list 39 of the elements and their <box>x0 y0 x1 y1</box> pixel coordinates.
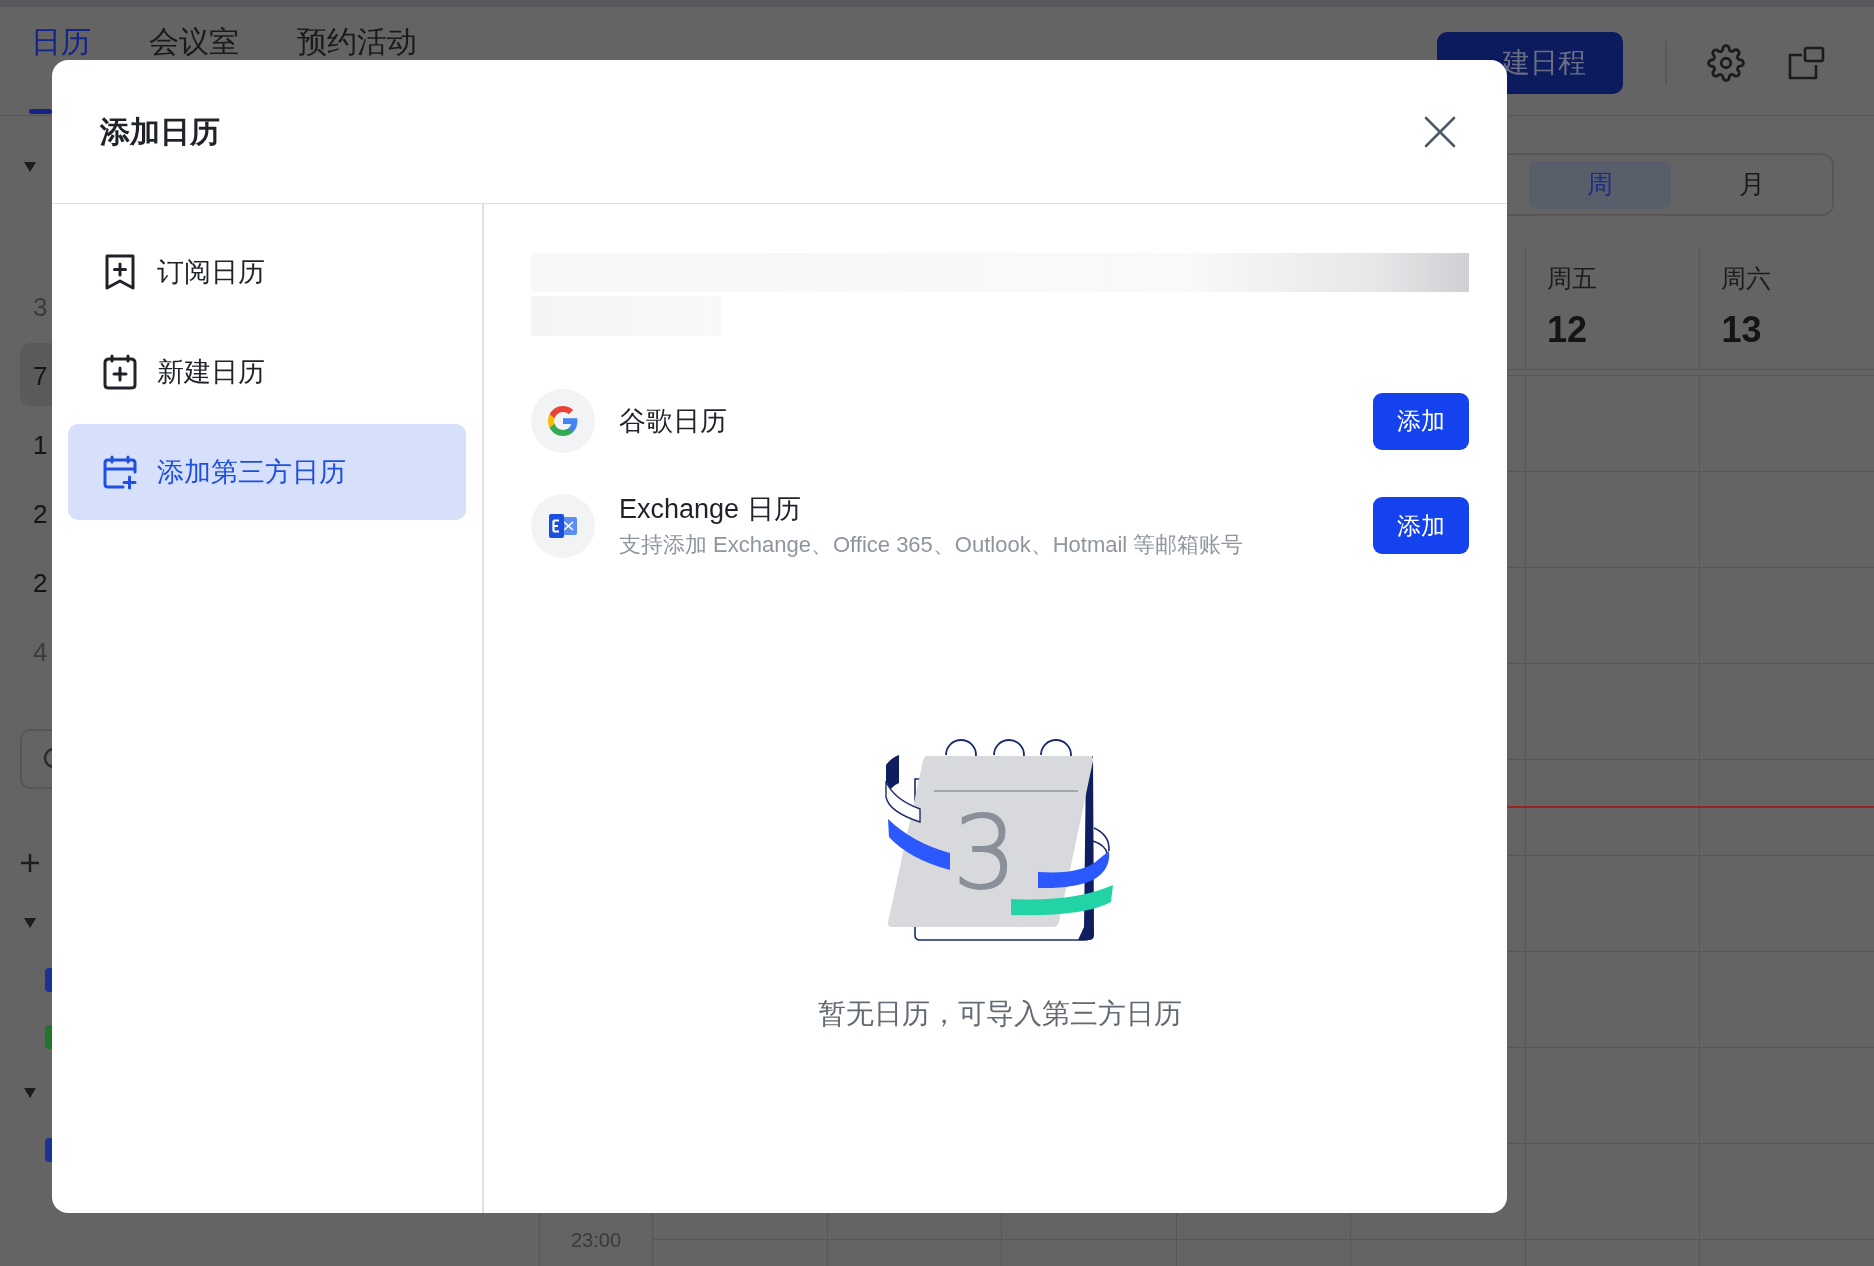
weekday-label: 周六 <box>1721 264 1773 292</box>
window-icon[interactable] <box>1787 46 1825 80</box>
provider-description: 支持添加 Exchange、Office 365、Outlook、Hotmail 等邮箱账号 <box>619 531 1245 559</box>
tab[interactable]: 日历 <box>31 27 91 57</box>
date-label: 12 <box>1546 310 1588 350</box>
empty-message: 暂无日历，可导入第三方日历 <box>818 997 1182 1031</box>
add-button[interactable]: 添加 <box>1373 497 1469 554</box>
caret-down-icon[interactable] <box>24 162 36 172</box>
menu-item[interactable]: 添加第三方日历 <box>68 424 466 520</box>
view-tab[interactable]: 周 <box>1529 160 1671 209</box>
calendar-add-icon <box>103 454 137 490</box>
calendar-checkbox[interactable] <box>45 968 52 992</box>
provider-name: 谷歌日历 <box>619 405 728 438</box>
settings-icon[interactable] <box>1707 44 1745 82</box>
search-icon <box>42 747 52 771</box>
date-number: 3 <box>953 795 1017 912</box>
provider-name: Exchange 日历 <box>619 493 802 526</box>
menu-item[interactable]: 新建日历 <box>68 324 466 420</box>
add-button[interactable]: 添加 <box>1373 392 1469 450</box>
calendar-checkbox[interactable] <box>45 1025 52 1049</box>
caret-down-icon[interactable] <box>24 918 36 928</box>
date-number[interactable]: 2 <box>33 567 48 598</box>
caret-down-icon[interactable] <box>24 1088 36 1098</box>
date-number[interactable]: 1 <box>33 429 48 460</box>
date-number[interactable]: 2 <box>33 498 48 529</box>
date-label: 13 <box>1721 310 1763 350</box>
calendar-plus-icon <box>103 354 137 390</box>
view-tab[interactable]: 月 <box>1681 160 1823 209</box>
weekday-label: 周五 <box>1546 264 1598 292</box>
bookmark-plus-icon <box>103 254 137 290</box>
plus-icon[interactable] <box>21 854 39 872</box>
calendar-checkbox[interactable] <box>45 1138 52 1162</box>
menu-item[interactable]: 订阅日历 <box>68 224 466 320</box>
date-number[interactable]: 7 <box>33 360 48 391</box>
tab-indicator <box>29 109 52 114</box>
close-icon[interactable] <box>1424 115 1456 148</box>
tab[interactable]: 预约活动 <box>297 27 417 57</box>
dialog-title: 添加日历 <box>100 113 220 150</box>
tab[interactable]: 会议室 <box>149 27 239 57</box>
